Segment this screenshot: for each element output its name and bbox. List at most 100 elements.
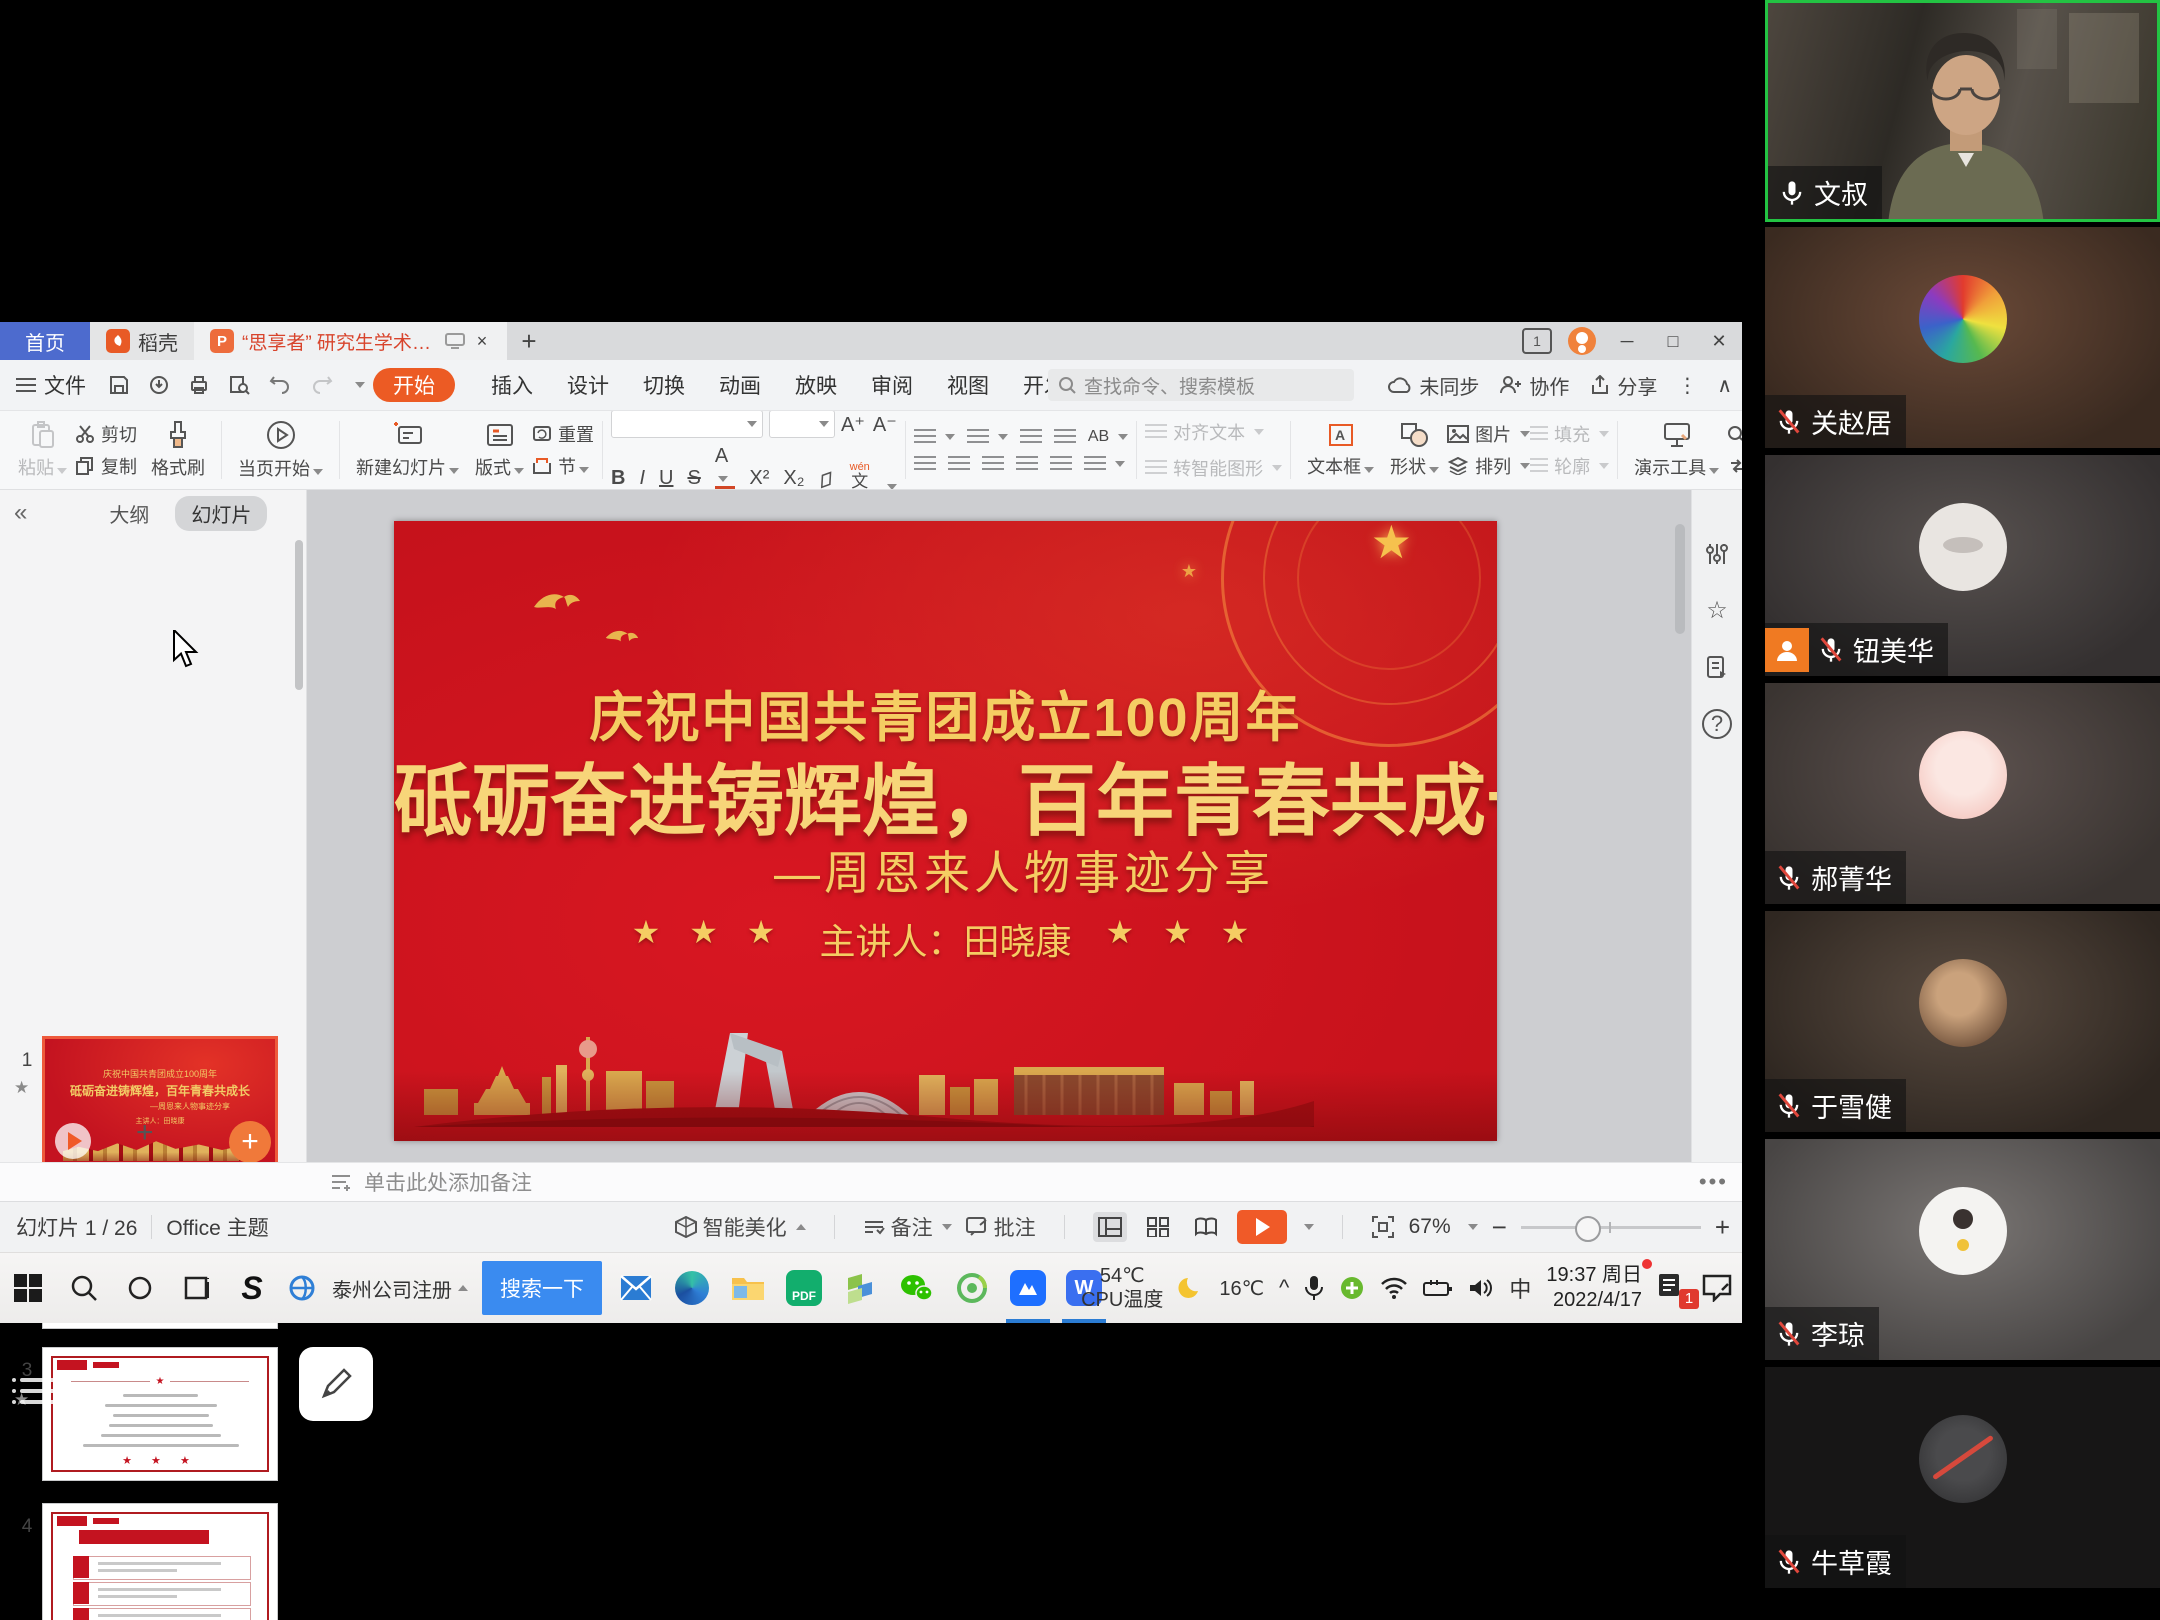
tray-360-icon[interactable]	[1339, 1275, 1365, 1301]
italic-button[interactable]: I	[639, 467, 645, 490]
reset-button[interactable]: 重置	[532, 421, 594, 447]
tray-mic-icon[interactable]	[1304, 1275, 1324, 1301]
mail-icon[interactable]	[608, 1253, 664, 1323]
ie-icon[interactable]	[280, 1253, 324, 1323]
reading-view-button[interactable]	[1189, 1212, 1223, 1242]
shapes-button[interactable]: 形状	[1382, 422, 1447, 479]
numbering-button[interactable]	[967, 429, 1008, 445]
docs-app-icon[interactable]	[832, 1253, 888, 1323]
new-tab-button[interactable]: +	[507, 322, 551, 360]
notes-toggle-button[interactable]: 备注	[863, 1212, 952, 1242]
current-slide-canvas[interactable]: ★ ★ 庆祝中国共青团成立100周年 砥砺奋进铸辉煌，百年青春共成长 —周恩来人…	[394, 521, 1497, 1141]
export-pdf-icon[interactable]	[148, 374, 170, 396]
slide-editor-area[interactable]: ★ ★ 庆祝中国共青团成立100周年 砥砺奋进铸辉煌，百年青春共成长 —周恩来人…	[307, 490, 1691, 1162]
slide-thumbnail-1[interactable]: 庆祝中国共青团成立100周年 砥砺奋进铸辉煌，百年青春共成长 —周恩来人物事迹分…	[42, 1036, 278, 1170]
file-menu[interactable]: 文件	[16, 370, 86, 400]
play-slide-overlay-button[interactable]	[55, 1123, 91, 1159]
tray-expand-icon[interactable]: ^	[1279, 1275, 1289, 1301]
distribute-button[interactable]	[1050, 456, 1072, 472]
voov-meeting-icon[interactable]	[1000, 1253, 1056, 1323]
section-button[interactable]: 节	[532, 453, 594, 479]
collapse-panel-button[interactable]: «	[14, 499, 27, 527]
normal-view-button[interactable]	[1093, 1212, 1127, 1242]
share-button[interactable]: 分享	[1589, 371, 1657, 400]
notes-bar[interactable]: 单击此处添加备注 •••	[0, 1162, 1742, 1201]
justify-button[interactable]	[1016, 456, 1038, 472]
hidden-dock-list-icon[interactable]	[20, 1378, 64, 1412]
align-right-button[interactable]	[982, 456, 1004, 472]
font-size-select[interactable]	[769, 411, 835, 438]
wechat-icon[interactable]	[888, 1253, 944, 1323]
close-button[interactable]: ✕	[1704, 331, 1734, 352]
cut-button[interactable]: 剪切	[75, 421, 137, 447]
replace-button[interactable]: 替	[1727, 453, 1742, 479]
window-count-badge[interactable]: 1	[1522, 328, 1552, 354]
editor-scrollbar[interactable]	[1675, 524, 1685, 634]
action-center-icon[interactable]	[1702, 1274, 1732, 1302]
menu-tab-insert[interactable]: 插入	[481, 370, 543, 400]
superscript-button[interactable]: X²	[749, 467, 769, 490]
more-menu-icon[interactable]: ⋮	[1677, 373, 1697, 398]
print-preview-icon[interactable]	[228, 374, 250, 396]
comments-button[interactable]: 批注	[966, 1212, 1036, 1242]
ie-ad-label[interactable]: 泰州公司注册	[324, 1253, 476, 1323]
bullets-button[interactable]	[914, 429, 955, 445]
save-icon[interactable]	[108, 374, 130, 396]
clear-format-icon[interactable]	[818, 470, 835, 490]
weather-moon-icon[interactable]	[1178, 1275, 1204, 1301]
collapse-ribbon-icon[interactable]: ∧	[1717, 373, 1732, 398]
ime-indicator[interactable]: 中	[1509, 1272, 1531, 1304]
pdf-app-icon[interactable]: PDF	[776, 1253, 832, 1323]
participant-tile[interactable]: 李琼	[1765, 1139, 2160, 1360]
textbox-button[interactable]: A 文本框	[1299, 422, 1382, 479]
zoom-options-icon[interactable]	[1468, 1224, 1478, 1230]
zoom-slider[interactable]	[1521, 1226, 1701, 1229]
menu-tab-view[interactable]: 视图	[937, 370, 999, 400]
menu-tab-transition[interactable]: 切换	[633, 370, 695, 400]
menu-tab-design[interactable]: 设计	[557, 370, 619, 400]
maximize-button[interactable]: □	[1658, 331, 1688, 352]
properties-sliders-icon[interactable]	[1705, 542, 1729, 566]
taskbar-search-box[interactable]: 搜索一下	[482, 1261, 602, 1315]
taskbar-search-icon[interactable]	[56, 1253, 112, 1323]
participant-tile[interactable]: 钮美华	[1765, 455, 2160, 676]
fit-slide-icon[interactable]	[1371, 1215, 1395, 1239]
annotation-pen-button[interactable]	[299, 1347, 373, 1421]
browser-360-icon[interactable]	[944, 1253, 1000, 1323]
participant-tile[interactable]: 于雪健	[1765, 911, 2160, 1132]
favorites-star-icon[interactable]: ☆	[1706, 596, 1728, 625]
increase-font-button[interactable]: A⁺	[841, 412, 865, 437]
outline-tab[interactable]: 大纲	[109, 499, 149, 528]
slide-thumbnail-3[interactable]: ★ ★ ★ ★	[42, 1347, 278, 1481]
minimize-button[interactable]: ─	[1612, 331, 1642, 352]
undo-icon[interactable]	[268, 374, 292, 396]
resource-doc-icon[interactable]	[1705, 655, 1729, 679]
cortana-icon[interactable]	[112, 1253, 168, 1323]
align-left-button[interactable]	[914, 456, 936, 472]
task-view-icon[interactable]	[168, 1253, 224, 1323]
panel-scrollbar[interactable]	[295, 540, 303, 690]
command-search-box[interactable]: 查找命令、搜索模板	[1048, 369, 1354, 401]
presentation-tools-button[interactable]: 演示工具	[1626, 421, 1727, 480]
app-s-logo-icon[interactable]: S	[224, 1253, 280, 1323]
format-painter-button[interactable]: 格式刷	[137, 421, 213, 480]
align-center-button[interactable]	[948, 456, 970, 472]
layout-button[interactable]: 版式	[467, 421, 532, 480]
decrease-font-button[interactable]: A⁻	[873, 412, 897, 437]
participant-tile-active-speaker[interactable]: 文叔	[1765, 0, 2160, 222]
strikethrough-button[interactable]: S	[687, 467, 700, 490]
menu-tab-animation[interactable]: 动画	[709, 370, 771, 400]
slides-tab[interactable]: 幻灯片	[175, 496, 267, 531]
line-spacing-button[interactable]	[1084, 456, 1125, 472]
tab-home[interactable]: 首页	[0, 322, 90, 360]
battery-icon[interactable]	[1423, 1279, 1453, 1297]
collaborate-button[interactable]: 协作	[1499, 371, 1569, 400]
pinyin-guide-button[interactable]: wén 文	[850, 462, 870, 490]
sync-status[interactable]: 未同步	[1387, 371, 1479, 400]
play-from-current-button[interactable]: 当页开始	[230, 420, 331, 481]
notification-icon[interactable]: 1	[1657, 1272, 1687, 1305]
outline-button[interactable]: 轮廓	[1530, 453, 1609, 479]
participant-tile[interactable]: 牛草霞	[1765, 1367, 2160, 1588]
zoom-in-button[interactable]: +	[1715, 1212, 1730, 1243]
edge-icon[interactable]	[664, 1253, 720, 1323]
